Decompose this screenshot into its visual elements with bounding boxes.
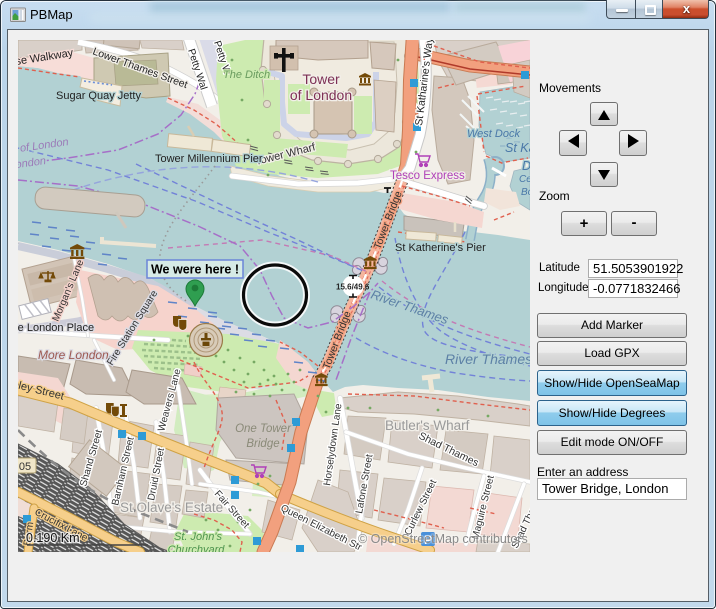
svg-text:Bridge: Bridge xyxy=(246,438,279,450)
svg-text:Tower Millennium Pier: Tower Millennium Pier xyxy=(155,153,263,165)
svg-text:re London Place: re London Place xyxy=(18,322,94,334)
svg-text:of London: of London xyxy=(290,87,352,103)
svg-text:St Katherine's Pier: St Katherine's Pier xyxy=(395,242,486,254)
svg-text:Butler's Wharf: Butler's Wharf xyxy=(385,418,470,433)
svg-text:Tower: Tower xyxy=(302,71,340,87)
svg-text:St Ka: St Ka xyxy=(505,141,530,155)
svg-text:Tesco Express: Tesco Express xyxy=(390,170,465,182)
svg-text:© OpenStreetMap contributors: © OpenStreetMap contributors xyxy=(358,532,528,546)
svg-text:D: D xyxy=(522,159,530,173)
svg-text:St Olave's Estate: St Olave's Estate xyxy=(120,500,223,515)
svg-text:Bo: Bo xyxy=(521,187,530,198)
svg-text:15.6/49.6: 15.6/49.6 xyxy=(336,283,370,292)
svg-text:0.190 Km: 0.190 Km xyxy=(26,531,80,545)
svg-text:05: 05 xyxy=(19,461,31,473)
svg-text:The Ditch: The Ditch xyxy=(223,69,270,81)
svg-text:St. John's: St. John's xyxy=(174,531,222,543)
svg-text:We were here !: We were here ! xyxy=(151,263,239,277)
svg-text:West Dock: West Dock xyxy=(467,128,520,140)
svg-text:One Tower: One Tower xyxy=(235,423,292,435)
svg-text:River Thames: River Thames xyxy=(445,351,530,367)
svg-text:Sugar Quay Jetty: Sugar Quay Jetty xyxy=(56,90,141,102)
svg-text:Ce: Ce xyxy=(519,174,530,185)
svg-text:Churchyard: Churchyard xyxy=(168,544,226,552)
svg-text:More London: More London xyxy=(38,348,109,362)
